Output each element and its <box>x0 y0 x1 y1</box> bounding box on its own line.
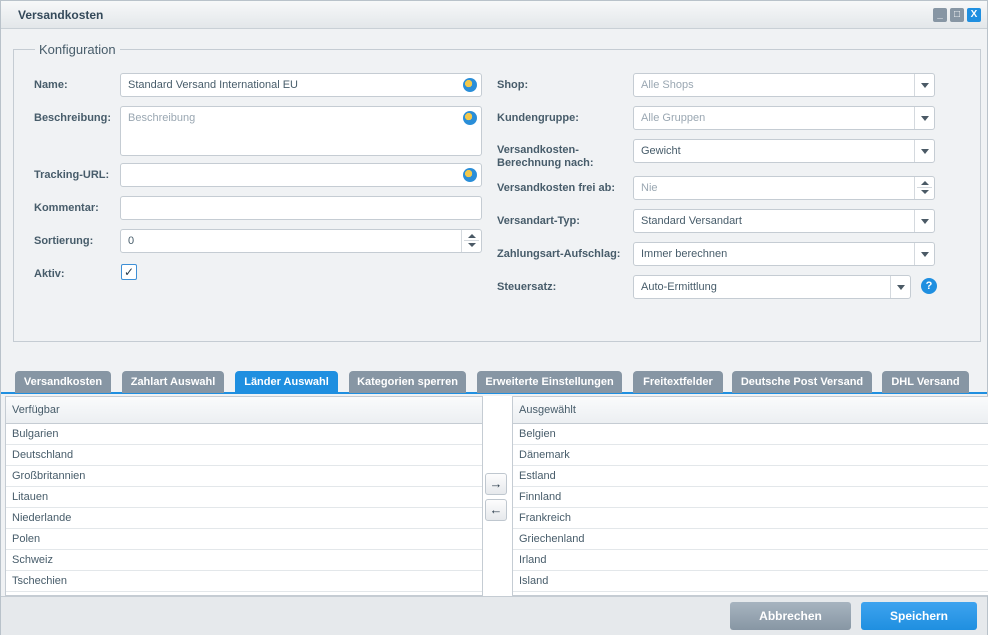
payment-surcharge-select[interactable]: Immer berechnen <box>633 242 935 266</box>
active-label: Aktiv: <box>34 268 65 280</box>
list-item[interactable]: Frankreich <box>513 508 988 529</box>
calculation-label: Versandkosten- Berechnung nach: <box>497 144 594 170</box>
name-label: Name: <box>34 79 68 91</box>
globe-icon[interactable] <box>463 168 477 182</box>
customer-group-value: Alle Gruppen <box>641 112 706 124</box>
tracking-url-label: Tracking-URL: <box>34 169 110 181</box>
active-checkbox[interactable]: ✓ <box>121 264 137 280</box>
window-titlebar[interactable]: Versandkosten _ □ X <box>1 1 987 29</box>
chevron-down-icon[interactable] <box>914 140 934 162</box>
customer-group-label: Kundengruppe: <box>497 112 579 124</box>
chevron-down-icon[interactable] <box>914 243 934 265</box>
window-title: Versandkosten <box>18 8 104 22</box>
list-item[interactable]: Island <box>513 571 988 592</box>
comment-label: Kommentar: <box>34 202 99 214</box>
free-from-label: Versandkosten frei ab: <box>497 182 615 194</box>
list-item[interactable]: Bulgarien <box>6 424 482 445</box>
spin-down-icon[interactable] <box>468 243 476 247</box>
globe-icon[interactable] <box>463 111 477 125</box>
tracking-url-field[interactable] <box>120 163 482 187</box>
shop-value: Alle Shops <box>641 79 694 91</box>
save-button[interactable]: Speichern <box>861 602 977 630</box>
spin-up-icon[interactable] <box>468 234 476 238</box>
chevron-down-icon[interactable] <box>890 276 910 298</box>
payment-surcharge-value: Immer berechnen <box>641 248 728 260</box>
description-field[interactable]: Beschreibung <box>120 106 482 156</box>
sort-order-value: 0 <box>128 235 135 247</box>
shop-select[interactable]: Alle Shops <box>633 73 935 97</box>
list-item[interactable]: Dänemark <box>513 445 988 466</box>
spin-divider <box>917 187 932 188</box>
calculation-label-line1: Versandkosten- <box>497 144 579 156</box>
selected-countries-grid: Ausgewählt Belgien Dänemark Estland Finn… <box>512 396 988 596</box>
list-item[interactable]: Großbritannien <box>6 466 482 487</box>
configuration-legend: Konfiguration <box>35 42 120 57</box>
list-item[interactable]: Tschechien <box>6 571 482 592</box>
list-item[interactable]: Estland <box>513 466 988 487</box>
chevron-down-icon[interactable] <box>914 74 934 96</box>
chevron-down-icon[interactable] <box>914 107 934 129</box>
description-label: Beschreibung: <box>34 112 112 124</box>
tax-rate-label: Steuersatz: <box>497 281 557 293</box>
spin-divider <box>464 240 479 241</box>
free-from-value: Nie <box>641 182 658 194</box>
selected-header[interactable]: Ausgewählt <box>513 397 988 424</box>
close-icon[interactable]: X <box>967 8 981 22</box>
list-item[interactable]: Schweiz <box>6 550 482 571</box>
available-countries-grid: Verfügbar Bulgarien Deutschland Großbrit… <box>5 396 483 596</box>
sort-order-field[interactable]: 0 <box>120 229 482 253</box>
shipping-type-label: Versandart-Typ: <box>497 215 580 227</box>
cancel-button[interactable]: Abbrechen <box>730 602 851 630</box>
spin-down-icon[interactable] <box>921 190 929 194</box>
list-item[interactable]: Deutschland <box>6 445 482 466</box>
tax-rate-value: Auto-Ermittlung <box>641 281 717 293</box>
payment-surcharge-label: Zahlungsart-Aufschlag: <box>497 248 621 260</box>
free-from-field[interactable]: Nie <box>633 176 935 200</box>
tab-deutsche-post-versand[interactable]: Deutsche Post Versand <box>732 371 872 393</box>
list-item[interactable]: Belgien <box>513 424 988 445</box>
list-item[interactable]: Griechenland <box>513 529 988 550</box>
list-item[interactable]: Finnland <box>513 487 988 508</box>
spinner[interactable] <box>461 230 481 252</box>
sort-order-label: Sortierung: <box>34 235 94 247</box>
available-header[interactable]: Verfügbar <box>6 397 482 424</box>
tab-strip: Versandkosten Zahlart Auswahl Länder Aus… <box>1 361 987 394</box>
list-item[interactable]: Polen <box>6 529 482 550</box>
tab-laender-auswahl[interactable]: Länder Auswahl <box>235 371 338 393</box>
calculation-select[interactable]: Gewicht <box>633 139 935 163</box>
calculation-value: Gewicht <box>641 145 681 157</box>
shipping-costs-window: Versandkosten _ □ X Konfiguration Name: … <box>0 0 988 635</box>
spinner[interactable] <box>914 177 934 199</box>
description-placeholder: Beschreibung <box>128 112 196 124</box>
maximize-icon[interactable]: □ <box>950 8 964 22</box>
spin-up-icon[interactable] <box>921 181 929 185</box>
add-arrow-button[interactable]: → <box>485 473 507 495</box>
help-icon[interactable]: ? <box>921 278 937 294</box>
comment-field[interactable] <box>120 196 482 220</box>
transfer-column <box>483 396 512 596</box>
list-item[interactable]: Litauen <box>6 487 482 508</box>
globe-icon[interactable] <box>463 78 477 92</box>
tab-erweiterte-einstellungen[interactable]: Erweiterte Einstellungen <box>477 371 622 393</box>
shipping-type-value: Standard Versandart <box>641 215 742 227</box>
remove-arrow-button[interactable]: ← <box>485 499 507 521</box>
tab-kategorien-sperren[interactable]: Kategorien sperren <box>349 371 466 393</box>
minimize-icon[interactable]: _ <box>933 8 947 22</box>
tax-rate-select[interactable]: Auto-Ermittlung <box>633 275 911 299</box>
tab-dhl-versand[interactable]: DHL Versand <box>882 371 969 393</box>
list-item[interactable]: Niederlande <box>6 508 482 529</box>
calculation-label-line2: Berechnung nach: <box>497 157 594 169</box>
list-item[interactable]: Irland <box>513 550 988 571</box>
tab-versandkosten[interactable]: Versandkosten <box>15 371 111 393</box>
shop-label: Shop: <box>497 79 529 91</box>
chevron-down-icon[interactable] <box>914 210 934 232</box>
tab-freitextfelder[interactable]: Freitextfelder <box>633 371 723 393</box>
name-value: Standard Versand International EU <box>128 79 299 91</box>
tab-zahlart-auswahl[interactable]: Zahlart Auswahl <box>122 371 224 393</box>
shipping-type-select[interactable]: Standard Versandart <box>633 209 935 233</box>
name-field[interactable]: Standard Versand International EU <box>120 73 482 97</box>
customer-group-select[interactable]: Alle Gruppen <box>633 106 935 130</box>
